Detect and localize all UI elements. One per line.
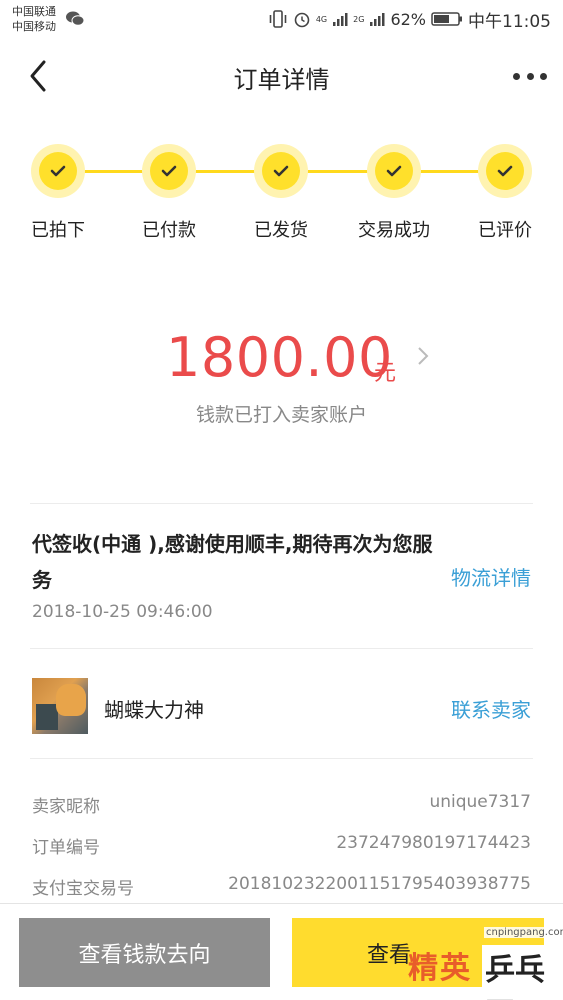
info-row-order-number: 订单编号 237247980197174423	[32, 833, 531, 861]
info-value: 2018102322001151795403938775	[228, 874, 531, 894]
logistics-time: 2018-10-25 09:46:00	[32, 602, 213, 622]
info-label: 支付宝交易号	[32, 879, 134, 899]
nav-bar: 订单详情	[0, 40, 563, 112]
logistics-details-link[interactable]: 物流详情	[451, 562, 531, 591]
divider	[30, 758, 533, 759]
step-reviewed: 已评价	[455, 140, 555, 242]
signal-1-icon	[333, 13, 348, 26]
view-button[interactable]: 查看	[292, 918, 544, 987]
step-label: 已发货	[254, 220, 308, 241]
contact-seller-link[interactable]: 联系卖家	[451, 694, 531, 723]
step-ordered: 已拍下	[8, 140, 108, 242]
info-row-seller-nickname: 卖家昵称 unique7317	[32, 792, 531, 820]
step-completed: 交易成功	[344, 140, 444, 242]
net-4g-label: 4G	[315, 14, 328, 24]
carrier-1: 中国联通	[12, 5, 56, 18]
check-icon	[497, 165, 513, 177]
view-money-flow-button[interactable]: 查看钱款去向	[19, 918, 270, 987]
step-paid: 已付款	[119, 140, 219, 242]
info-row-alipay-transaction: 支付宝交易号 2018102322001151795403938775	[32, 874, 531, 902]
step-label: 已拍下	[31, 220, 85, 241]
alarm-icon	[294, 12, 310, 28]
check-icon	[161, 165, 177, 177]
product-thumbnail[interactable]	[32, 678, 88, 734]
carrier-info: 中国联通 中国移动	[12, 4, 56, 34]
clock: 中午11:05	[468, 11, 551, 32]
info-label: 订单编号	[32, 838, 100, 858]
logistics-message: 代签收(中通 ),感谢使用顺丰,期待再次为您服务	[32, 532, 433, 592]
check-icon	[50, 165, 66, 177]
divider	[30, 648, 533, 649]
step-label: 已付款	[142, 220, 196, 241]
check-icon	[386, 165, 402, 177]
battery-icon	[431, 12, 462, 26]
net-4g: 4G	[316, 15, 327, 24]
signal-2-icon	[370, 13, 385, 26]
step-label: 交易成功	[358, 220, 430, 241]
info-value: 237247980197174423	[336, 833, 531, 853]
step-label: 已评价	[478, 220, 532, 241]
check-icon	[273, 165, 289, 177]
bottom-action-bar: 查看钱款去向 查看	[0, 903, 563, 1000]
battery-percent: 62%	[390, 9, 426, 29]
info-value: unique7317	[429, 792, 531, 812]
chevron-right-icon[interactable]	[416, 345, 430, 367]
more-options-icon[interactable]	[513, 66, 547, 86]
order-progress: 已拍下 已付款 已发货 交易成功 已评价	[0, 140, 563, 250]
carrier-2: 中国移动	[12, 20, 56, 33]
step-shipped: 已发货	[231, 140, 331, 242]
amount-value: 1800.00	[166, 326, 393, 389]
divider	[30, 503, 533, 504]
amount-unit: 元	[374, 361, 397, 386]
net-2g: 2G	[353, 14, 365, 24]
page-title: 订单详情	[233, 66, 330, 94]
vibrate-icon	[269, 10, 287, 28]
wechat-icon	[66, 11, 84, 26]
status-bar: 中国联通 中国移动 4G 2G 62% 中午11:05	[0, 0, 563, 40]
info-label: 卖家昵称	[32, 797, 100, 817]
amount-description: 钱款已打入卖家账户	[195, 404, 367, 426]
product-name[interactable]: 蝴蝶大力神	[104, 694, 204, 723]
amount-section[interactable]: 1800.00 元	[0, 325, 563, 395]
